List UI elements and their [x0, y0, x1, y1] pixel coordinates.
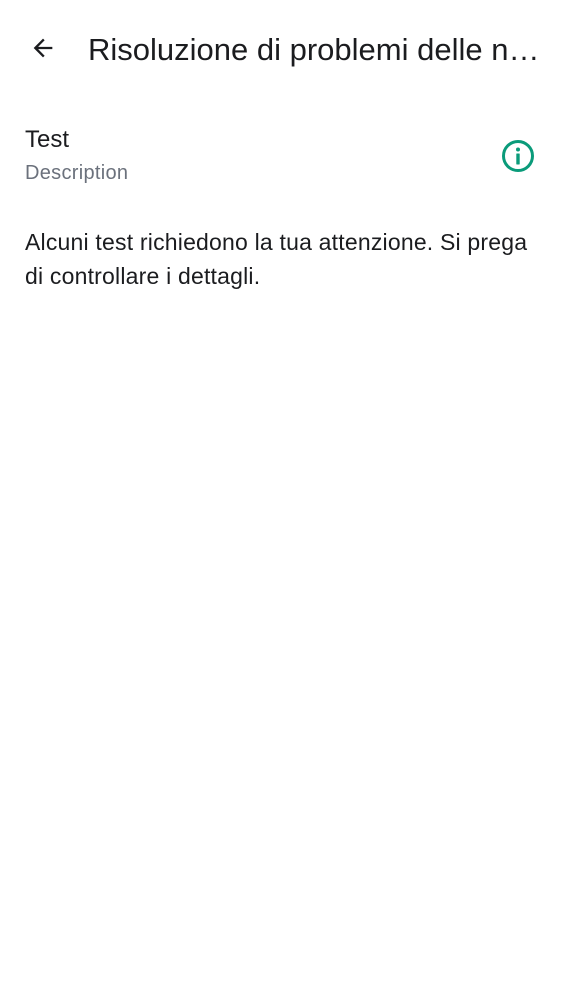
test-title: Test — [25, 126, 70, 153]
info-icon[interactable] — [500, 138, 536, 174]
page-title: Risoluzione di problemi delle notifiche — [88, 32, 540, 67]
test-description: Description — [25, 162, 129, 184]
top-app-bar: Risoluzione di problemi delle notifiche — [0, 0, 562, 100]
test-list-item[interactable]: Test Description — [0, 118, 562, 196]
attention-message: Alcuni test richiedono la tua attenzione… — [25, 229, 528, 289]
arrow-back-icon — [29, 34, 57, 67]
back-button[interactable] — [19, 26, 67, 74]
